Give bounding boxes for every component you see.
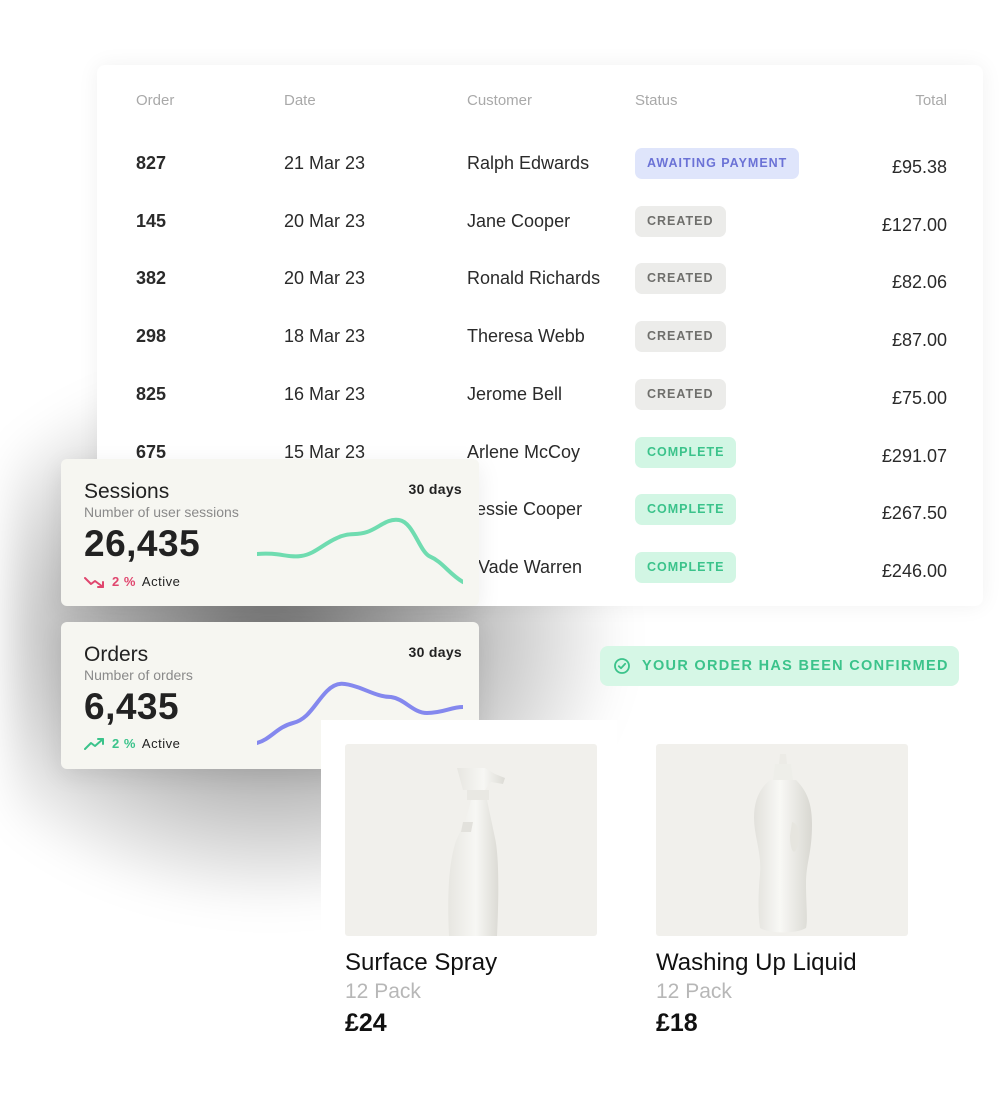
- status-badge: CREATED: [635, 263, 726, 294]
- card-value: 6,435: [84, 686, 180, 727]
- product-card[interactable]: Washing Up Liquid 12 Pack £18: [632, 720, 928, 1056]
- order-total: £87.00: [891, 330, 947, 350]
- order-date: 21 Mar 23: [284, 153, 366, 173]
- status-badge: AWAITING PAYMENT: [635, 148, 800, 179]
- order-total: £291.07: [881, 446, 947, 466]
- table-row[interactable]: 298 18 Mar 23 Theresa Webb CREATED £87.0…: [97, 312, 983, 370]
- customer-name: Jerome Bell: [467, 384, 563, 404]
- product-pack: 12 Pack: [345, 980, 421, 1003]
- customer-name: essie Cooper: [476, 499, 583, 519]
- trend-down-icon: [84, 576, 104, 588]
- customer-name: Vade Warren: [478, 557, 583, 577]
- order-total: £95.38: [891, 157, 947, 177]
- card-subtitle: Number of user sessions: [84, 504, 239, 520]
- order-number: 298: [136, 326, 167, 346]
- status-badge: CREATED: [635, 379, 726, 410]
- product-image[interactable]: [656, 744, 908, 936]
- order-date: 18 Mar 23: [284, 326, 366, 346]
- trend-indicator: 2 % Active: [84, 574, 180, 589]
- trend-label: Active: [141, 736, 181, 751]
- card-title: Sessions: [84, 480, 170, 503]
- product-pack: 12 Pack: [656, 980, 732, 1003]
- order-confirmation-banner: YOUR ORDER HAS BEEN CONFIRMED: [600, 646, 959, 686]
- trend-percent: 2 %: [112, 574, 136, 589]
- product-price: £24: [345, 1009, 387, 1037]
- header-date: Date: [284, 92, 316, 109]
- trend-indicator: 2 % Active: [84, 736, 180, 751]
- order-total: £82.06: [891, 272, 947, 292]
- card-value: 26,435: [84, 523, 201, 564]
- sessions-card[interactable]: Sessions Number of user sessions 26,435 …: [61, 459, 479, 606]
- header-order: Order: [136, 92, 175, 109]
- confirmation-text: YOUR ORDER HAS BEEN CONFIRMED: [642, 658, 949, 674]
- customer-name: Theresa Webb: [467, 326, 585, 346]
- order-total: £127.00: [881, 215, 947, 235]
- status-badge: COMPLETE: [635, 552, 737, 583]
- table-row[interactable]: 827 21 Mar 23 Ralph Edwards AWAITING PAY…: [97, 139, 983, 197]
- header-total: Total: [915, 92, 947, 109]
- order-date: 20 Mar 23: [284, 268, 366, 288]
- order-number: 145: [136, 211, 167, 231]
- table-row[interactable]: 825 16 Mar 23 Jerome Bell CREATED £75.00: [97, 370, 983, 428]
- trend-percent: 2 %: [112, 736, 136, 751]
- order-number: 827: [136, 153, 167, 173]
- product-name[interactable]: Surface Spray: [345, 949, 497, 977]
- trend-label: Active: [141, 574, 181, 589]
- order-number: 382: [136, 268, 167, 288]
- card-title: Orders: [84, 643, 149, 666]
- spray-bottle-icon: [448, 768, 505, 936]
- product-image[interactable]: [345, 744, 597, 936]
- header-customer: Customer: [467, 92, 533, 109]
- product-price: £18: [656, 1009, 698, 1037]
- customer-name: Ralph Edwards: [467, 153, 590, 173]
- order-total: £267.50: [881, 503, 947, 523]
- table-row[interactable]: 145 20 Mar 23 Jane Cooper CREATED £127.0…: [97, 197, 983, 255]
- customer-name: Arlene McCoy: [467, 442, 581, 462]
- status-badge: CREATED: [635, 206, 726, 237]
- status-badge: CREATED: [635, 321, 726, 352]
- header-status: Status: [635, 92, 678, 109]
- date-range[interactable]: 30 days: [409, 481, 462, 497]
- order-total: £75.00: [891, 388, 947, 408]
- order-number: 825: [136, 384, 167, 404]
- status-badge: COMPLETE: [635, 494, 737, 525]
- customer-name: Jane Cooper: [467, 211, 571, 231]
- table-row[interactable]: 382 20 Mar 23 Ronald Richards CREATED £8…: [97, 254, 983, 312]
- order-total: £246.00: [881, 561, 947, 581]
- order-date: 16 Mar 23: [284, 384, 366, 404]
- customer-name: Ronald Richards: [467, 268, 601, 288]
- card-subtitle: Number of orders: [84, 667, 193, 683]
- date-range[interactable]: 30 days: [409, 644, 462, 660]
- trend-up-icon: [84, 737, 104, 750]
- status-badge: COMPLETE: [635, 437, 737, 468]
- detergent-bottle-icon: [754, 754, 812, 933]
- product-card[interactable]: Surface Spray 12 Pack £24: [321, 720, 617, 1056]
- sessions-sparkline: [257, 517, 463, 584]
- check-circle-icon: [614, 658, 630, 674]
- product-name[interactable]: Washing Up Liquid: [656, 949, 857, 977]
- order-date: 20 Mar 23: [284, 211, 366, 231]
